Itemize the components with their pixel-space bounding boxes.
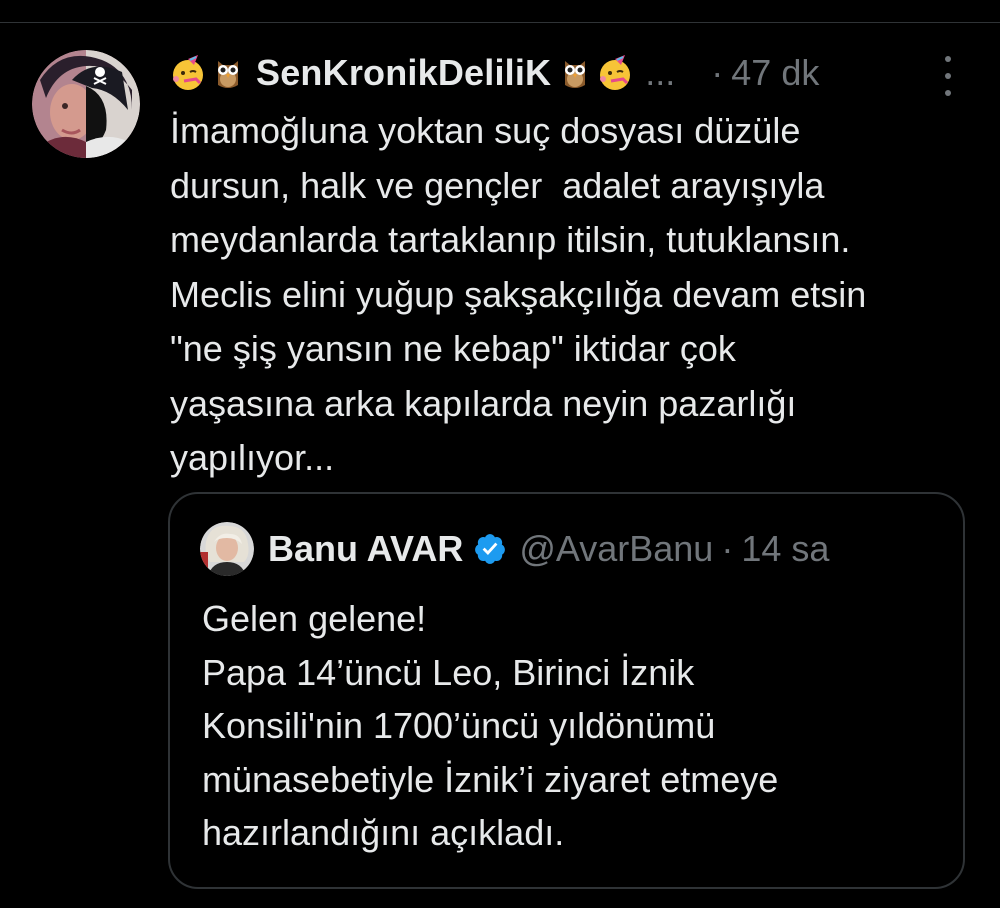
more-dot (945, 56, 951, 62)
quoted-text-line: hazırlandığını açıkladı. (202, 812, 565, 853)
verified-badge-icon (473, 532, 507, 566)
tweet-text-line: dursun, halk ve gençler adalet arayışıyl… (170, 164, 825, 206)
quoted-text-line: Papa 14’üncü Leo, Birinci İznik (202, 651, 695, 693)
owl-icon (557, 55, 593, 91)
party-face-icon (597, 55, 633, 91)
quoted-timestamp[interactable]: 14 sa (741, 528, 829, 570)
quoted-text-line: Konsili'nin 1700’üncü yıldönümü (202, 705, 716, 746)
quoted-text-line: münasebetiyle İznik’i ziyaret etmeye (202, 758, 779, 800)
separator-dot: · (711, 52, 724, 93)
quoted-tweet-text: Gelen gelene! Papa 14’üncü Leo, Birinci … (202, 592, 952, 860)
tweet-text-line: Meclis elini yuğup şakşakçılığa devam et… (170, 273, 867, 315)
tweet-text-line: "ne şiş yansın ne kebap" iktidar çok (170, 328, 736, 369)
tweet-text-line: yapılıyor... (170, 437, 335, 478)
tweet-text: İmamoğluna yoktan suç dosyası düzüle dur… (170, 104, 980, 486)
tweet-header: SenKronikDeliliK ... · 47 dk (170, 48, 970, 98)
more-options-icon[interactable] (938, 56, 958, 96)
more-dot (945, 73, 951, 79)
quoted-display-name[interactable]: Banu AVAR (268, 528, 463, 570)
avatar[interactable] (32, 50, 140, 158)
owl-icon (210, 55, 246, 91)
tweet-timestamp[interactable]: 47 dk (731, 52, 819, 94)
separator-dot: · (721, 528, 734, 569)
name-overflow-ellipsis: ... (645, 52, 676, 93)
tweet-text-line: İmamoğluna yoktan suç dosyası düzüle (170, 110, 801, 151)
quoted-handle[interactable]: @AvarBanu (519, 528, 713, 570)
party-face-icon (170, 55, 206, 91)
more-dot (945, 90, 951, 96)
top-divider (0, 22, 1000, 23)
tweet-text-line: yaşasına arka kapılarda neyin pazarlığı (170, 382, 797, 424)
quoted-text-line: Gelen gelene! (202, 598, 427, 639)
quoted-avatar[interactable] (200, 522, 254, 576)
quoted-tweet-header: Banu AVAR @AvarBanu · 14 sa (268, 524, 829, 574)
display-name[interactable]: SenKronikDeliliK (256, 52, 551, 94)
tweet-text-line: meydanlarda tartaklanıp itilsin, tutukla… (170, 219, 851, 260)
